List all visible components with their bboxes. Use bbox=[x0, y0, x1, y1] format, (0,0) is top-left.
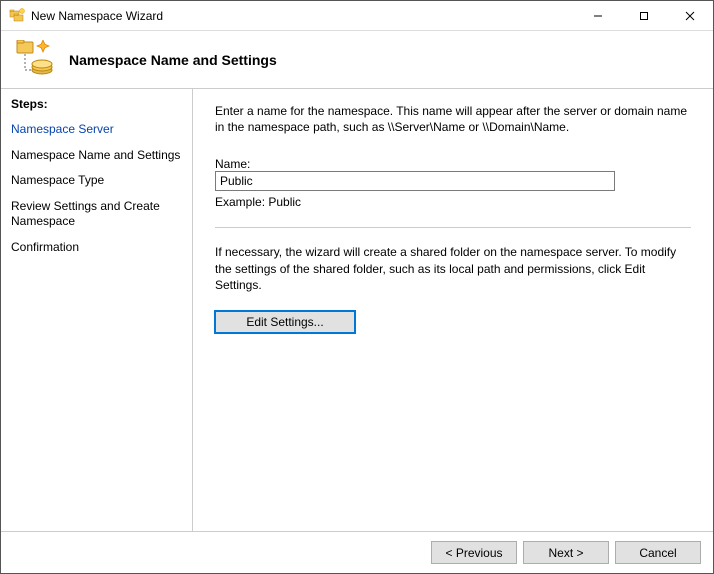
edit-settings-button[interactable]: Edit Settings... bbox=[215, 311, 355, 333]
maximize-button[interactable] bbox=[621, 1, 667, 31]
close-button[interactable] bbox=[667, 1, 713, 31]
body: Steps: Namespace ServerNamespace Name an… bbox=[1, 89, 713, 531]
sidebar-step-4[interactable]: Confirmation bbox=[1, 235, 192, 261]
example-text: Example: Public bbox=[215, 195, 691, 209]
name-label: Name: bbox=[215, 157, 691, 171]
steps-sidebar: Steps: Namespace ServerNamespace Name an… bbox=[1, 89, 193, 531]
wizard-header: Namespace Name and Settings bbox=[1, 31, 713, 89]
name-input[interactable] bbox=[215, 171, 615, 191]
minimize-button[interactable] bbox=[575, 1, 621, 31]
sidebar-step-0[interactable]: Namespace Server bbox=[1, 117, 192, 143]
hint-text: If necessary, the wizard will create a s… bbox=[215, 244, 691, 293]
cancel-button[interactable]: Cancel bbox=[615, 541, 701, 564]
previous-button[interactable]: < Previous bbox=[431, 541, 517, 564]
wizard-header-title: Namespace Name and Settings bbox=[69, 52, 277, 68]
wizard-footer: < Previous Next > Cancel bbox=[1, 531, 713, 573]
steps-heading: Steps: bbox=[1, 95, 192, 117]
titlebar: New Namespace Wizard bbox=[1, 1, 713, 31]
sidebar-step-2[interactable]: Namespace Type bbox=[1, 168, 192, 194]
sidebar-step-1[interactable]: Namespace Name and Settings bbox=[1, 143, 192, 169]
window-controls bbox=[575, 1, 713, 31]
window-title: New Namespace Wizard bbox=[31, 9, 575, 23]
app-icon bbox=[9, 8, 25, 24]
intro-text: Enter a name for the namespace. This nam… bbox=[215, 103, 691, 135]
wizard-header-icon bbox=[15, 40, 55, 80]
next-button[interactable]: Next > bbox=[523, 541, 609, 564]
divider bbox=[215, 227, 691, 228]
content-panel: Enter a name for the namespace. This nam… bbox=[193, 89, 713, 531]
sidebar-step-3[interactable]: Review Settings and Create Namespace bbox=[1, 194, 192, 235]
